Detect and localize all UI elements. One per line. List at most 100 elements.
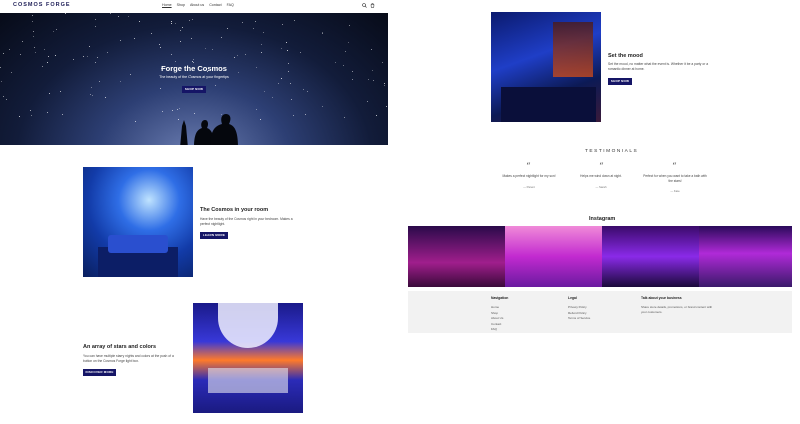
star-dot [9,48,11,50]
star-dot [189,20,191,22]
star-dot [242,22,244,24]
testimonial-text: Makes a perfect nightlight for my son! [502,174,556,178]
star-dot [49,93,51,95]
instagram-photo[interactable] [602,226,699,287]
star-dot [53,31,55,33]
cosmos-bedroom-image [83,167,193,277]
footer-legal-heading: Legal [568,296,577,300]
star-dot [54,54,56,56]
testimonial-text: Perfect for when you want to take a bath… [643,174,707,183]
star-dot [139,21,141,23]
footer-link-terms[interactable]: Terms of Service [568,316,590,320]
main-nav: Home Shop About us Contact FAQ [162,3,234,7]
mood-room-image [491,12,601,122]
star-dot [91,86,93,88]
star-dot [204,47,206,49]
star-dot [262,31,264,33]
star-dot [20,53,22,55]
star-dot [347,42,349,44]
star-dot [34,51,36,53]
footer-link-refund[interactable]: Refund Policy [568,311,587,315]
star-dot [191,18,193,20]
mood-body: Set the mood, no matter what the event i… [608,62,709,71]
star-dot [286,50,288,52]
star-dot [1,81,3,83]
star-dot [43,49,45,51]
nav-link-about[interactable]: About us [190,3,204,7]
star-dot [91,94,93,96]
star-dot [370,48,372,50]
quote-icon: “ [526,162,531,172]
star-dot [302,89,304,91]
star-dot [382,62,384,64]
site-logo[interactable]: COSMOS FORGE [13,2,71,8]
cosmos-room-title: The Cosmos in your room [200,207,269,213]
nav-link-contact[interactable]: Contact [209,3,221,7]
star-dot [119,39,121,41]
instagram-photo[interactable] [505,226,602,287]
footer-link-privacy[interactable]: Privacy Policy [568,305,587,309]
star-dot [349,24,351,26]
footer-link-about[interactable]: About Us [491,316,503,320]
star-dot [3,96,5,98]
star-dot [83,56,85,58]
star-dot [73,59,75,61]
star-dot [264,90,266,92]
star-dot [344,117,346,119]
star-dot [367,101,369,103]
hero-shop-button[interactable]: SHOP NOW [182,86,206,93]
star-dot [293,20,295,22]
star-dot [182,26,183,28]
star-dot [271,97,273,99]
star-dot [335,61,337,63]
star-dot [282,24,284,26]
star-dot [89,45,91,47]
footer-link-shop[interactable]: Shop [491,311,498,315]
star-dot [344,50,346,52]
star-dot [120,80,122,82]
star-dot [170,54,172,56]
star-dot [117,16,119,18]
footer-link-faq[interactable]: FAQ [491,327,497,331]
star-dot [299,51,301,53]
mood-shop-button[interactable]: SHOP NOW [608,78,632,85]
silhouette-figures [180,114,238,145]
star-dot [133,38,135,40]
footer-link-contact[interactable]: Contact [491,322,501,326]
star-dot [46,61,48,63]
hero-banner [0,13,388,145]
nav-link-shop[interactable]: Shop [177,3,185,7]
star-dot [179,30,181,32]
array-body: You can have multiple starry nights and … [83,354,174,363]
search-icon[interactable] [362,3,367,8]
star-dot [31,15,33,17]
star-dot [215,84,217,86]
star-dot [281,48,283,50]
star-dot [305,113,307,115]
star-dot [55,29,57,31]
star-dot [253,27,255,29]
star-dot [306,90,308,92]
discover-more-button[interactable]: DISCOVER MORE [83,369,116,376]
footer-business-text: Share store details, promotions, or bran… [641,305,713,314]
star-dot [61,114,63,116]
hero-subtitle: The beauty of the Cosmos at your fingert… [159,75,229,79]
star-dot [97,57,99,59]
star-dot [233,57,235,59]
star-dot [174,22,176,24]
star-dot [64,13,66,15]
instagram-photo[interactable] [408,226,505,287]
star-dot [34,46,36,48]
cart-icon[interactable] [370,3,375,8]
star-dot [260,118,262,120]
learn-more-button[interactable]: LEARN MORE [200,232,228,239]
star-dot [278,83,280,85]
footer-link-home[interactable]: Home [491,305,499,309]
star-dot [95,26,97,28]
star-dot [375,114,377,116]
star-dot [150,33,152,35]
nav-link-faq[interactable]: FAQ [227,3,234,7]
nav-link-home[interactable]: Home [162,3,172,7]
star-dot [160,47,162,49]
instagram-photo[interactable] [699,226,792,287]
